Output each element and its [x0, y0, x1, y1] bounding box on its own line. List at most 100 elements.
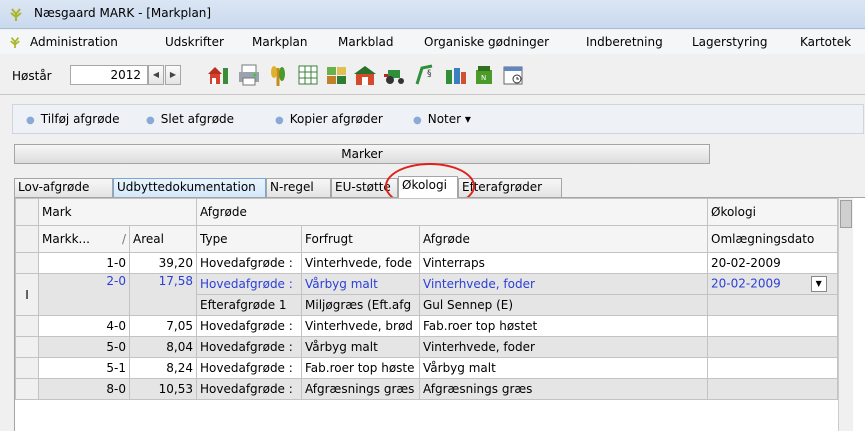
cell-dato[interactable]: 20-02-2009 ▼: [707, 273, 838, 295]
cell-afgrode[interactable]: Vårbyg malt: [419, 357, 708, 379]
spreadsheet-icon[interactable]: [295, 62, 321, 88]
cell-forfrugt[interactable]: Vinterhvede, brød: [301, 315, 420, 337]
cell-type[interactable]: Efterafgrøde 1: [196, 294, 302, 316]
cell-afgrode[interactable]: Fab.roer top høstet: [419, 315, 708, 337]
row-indicator-header: [15, 225, 39, 253]
cell-dato[interactable]: [707, 336, 838, 358]
fields-icon[interactable]: [324, 62, 350, 88]
tractor-icon[interactable]: [382, 62, 408, 88]
cell-type[interactable]: Hovedafgrøde :: [196, 357, 302, 379]
tab-okologi[interactable]: Økologi: [398, 176, 458, 198]
menu-logo-icon[interactable]: [9, 35, 21, 49]
printer-icon[interactable]: [236, 62, 262, 88]
crop-table: Mark Afgrøde Økologi Markk... / Areal Ty…: [15, 198, 838, 400]
cell-type[interactable]: Hovedafgrøde :: [196, 273, 302, 295]
tab-efterafgroder[interactable]: Efterafgrøder: [458, 178, 562, 197]
menu-markplan[interactable]: Markplan: [252, 35, 308, 49]
copy-crops-button[interactable]: ● Kopier afgrøder: [275, 112, 383, 126]
year-value: 2012: [110, 68, 141, 82]
cell-type[interactable]: Hovedafgrøde :: [196, 252, 302, 274]
law-icon[interactable]: §: [412, 62, 438, 88]
column-header-type[interactable]: Type: [196, 225, 302, 253]
tab-lov-afgrode[interactable]: Lov-afgrøde: [14, 178, 113, 197]
cell-afgrode[interactable]: Vinterhvede, foder: [419, 336, 708, 358]
window-title: Næsgaard MARK - [Markplan]: [34, 6, 212, 20]
group-header-row: Mark Afgrøde Økologi: [15, 198, 838, 226]
cell-forfrugt[interactable]: Vårbyg malt: [301, 273, 420, 295]
cell-type[interactable]: Hovedafgrøde :: [196, 378, 302, 400]
menu-markblad[interactable]: Markblad: [338, 35, 394, 49]
row-marker: I: [15, 273, 39, 316]
crops-icon[interactable]: [265, 62, 291, 88]
cell-afgrode[interactable]: Gul Sennep (E): [419, 294, 708, 316]
row-indicator: [15, 378, 39, 400]
cell-forfrugt[interactable]: Fab.roer top høste: [301, 357, 420, 379]
cell-afgrode[interactable]: Vinterraps: [419, 252, 708, 274]
barn-icon[interactable]: [352, 62, 378, 88]
cell-areal[interactable]: 17,58: [129, 273, 197, 316]
tab-n-regel[interactable]: N-regel: [266, 178, 331, 197]
table-row[interactable]: 5-0 8,04 Hovedafgrøde : Vårbyg malt Vint…: [15, 336, 838, 358]
tab-eu-stotte[interactable]: EU-støtte: [331, 178, 398, 197]
vertical-scrollbar[interactable]: [838, 198, 853, 431]
add-crop-button[interactable]: ● Tilføj afgrøde: [26, 112, 120, 126]
cell-mark[interactable]: 5-0: [38, 336, 130, 358]
cell-forfrugt[interactable]: Vårbyg malt: [301, 336, 420, 358]
cell-areal[interactable]: 39,20: [129, 252, 197, 274]
menu-udskrifter[interactable]: Udskrifter: [165, 35, 224, 49]
menu-lagerstyring[interactable]: Lagerstyring: [692, 35, 768, 49]
table-row[interactable]: 5-1 8,24 Hovedafgrøde : Fab.roer top høs…: [15, 357, 838, 379]
column-header-afgrode[interactable]: Afgrøde: [419, 225, 708, 253]
cell-mark[interactable]: 8-0: [38, 378, 130, 400]
delete-crop-button[interactable]: ● Slet afgrøde: [146, 112, 234, 126]
column-header-omlaegningsdato[interactable]: Omlægningsdato: [707, 225, 838, 253]
notes-button[interactable]: ● Noter ▾: [413, 112, 471, 126]
table-row[interactable]: 1-0 39,20 Hovedafgrøde : Vinterhvede, fo…: [15, 252, 838, 274]
menu-kartotek[interactable]: Kartotek: [800, 35, 851, 49]
year-prev-button[interactable]: ◀: [148, 65, 164, 85]
menu-organiske-godninger[interactable]: Organiske gødninger: [424, 35, 549, 49]
table-row[interactable]: 8-0 10,53 Hovedafgrøde : Afgræsnings græ…: [15, 378, 838, 400]
cell-forfrugt[interactable]: Miljøgræs (Eft.afg: [301, 294, 420, 316]
scrollbar-thumb[interactable]: [840, 200, 852, 228]
cell-type[interactable]: Hovedafgrøde :: [196, 336, 302, 358]
cell-forfrugt[interactable]: Afgræsnings græs: [301, 378, 420, 400]
svg-text:§: §: [427, 69, 432, 79]
cell-mark[interactable]: 5-1: [38, 357, 130, 379]
crop-grid: Mark Afgrøde Økologi Markk... / Areal Ty…: [14, 197, 865, 431]
cell-dato[interactable]: [707, 378, 838, 400]
year-next-button[interactable]: ▶: [165, 65, 181, 85]
cell-dato[interactable]: [707, 315, 838, 337]
cell-areal[interactable]: 10,53: [129, 378, 197, 400]
cell-afgrode[interactable]: Vinterhvede, foder: [419, 273, 708, 295]
cell-type[interactable]: Hovedafgrøde :: [196, 315, 302, 337]
bottles-icon[interactable]: [442, 62, 468, 88]
cell-mark[interactable]: 2-0: [38, 273, 130, 316]
date-dropdown-button[interactable]: ▼: [810, 276, 827, 292]
calendar-icon[interactable]: [500, 62, 526, 88]
table-row-selected[interactable]: I 2-0 17,58 Hovedafgrøde : Vårbyg malt V…: [15, 273, 838, 316]
title-bar: Næsgaard MARK - [Markplan]: [0, 0, 865, 29]
fertilizer-icon[interactable]: N: [472, 62, 498, 88]
cell-areal[interactable]: 8,24: [129, 357, 197, 379]
column-header-forfrugt[interactable]: Forfrugt: [301, 225, 420, 253]
cell-dato[interactable]: 20-02-2009: [707, 252, 838, 274]
action-bar: ● Tilføj afgrøde ● Slet afgrøde ● Kopier af…: [12, 104, 864, 134]
cell-forfrugt[interactable]: Vinterhvede, fode: [301, 252, 420, 274]
menu-administration[interactable]: Administration: [30, 35, 118, 49]
cell-dato[interactable]: [707, 357, 838, 379]
column-header-areal[interactable]: Areal: [129, 225, 197, 253]
cell-dato[interactable]: [707, 294, 838, 316]
farm-icon[interactable]: [206, 62, 232, 88]
year-input[interactable]: 2012: [70, 65, 148, 85]
cell-areal[interactable]: 7,05: [129, 315, 197, 337]
cell-mark[interactable]: 1-0: [38, 252, 130, 274]
cell-mark[interactable]: 4-0: [38, 315, 130, 337]
cell-afgrode[interactable]: Afgræsnings græs: [419, 378, 708, 400]
menu-indberetning[interactable]: Indberetning: [586, 35, 663, 49]
table-row[interactable]: 4-0 7,05 Hovedafgrøde : Vinterhvede, brø…: [15, 315, 838, 337]
column-header-markk[interactable]: Markk... /: [38, 225, 130, 253]
cell-areal[interactable]: 8,04: [129, 336, 197, 358]
tab-udbyttedokumentation[interactable]: Udbyttedokumentation: [113, 178, 266, 197]
menu-bar: Administration Udskrifter Markplan Markb…: [0, 30, 865, 54]
